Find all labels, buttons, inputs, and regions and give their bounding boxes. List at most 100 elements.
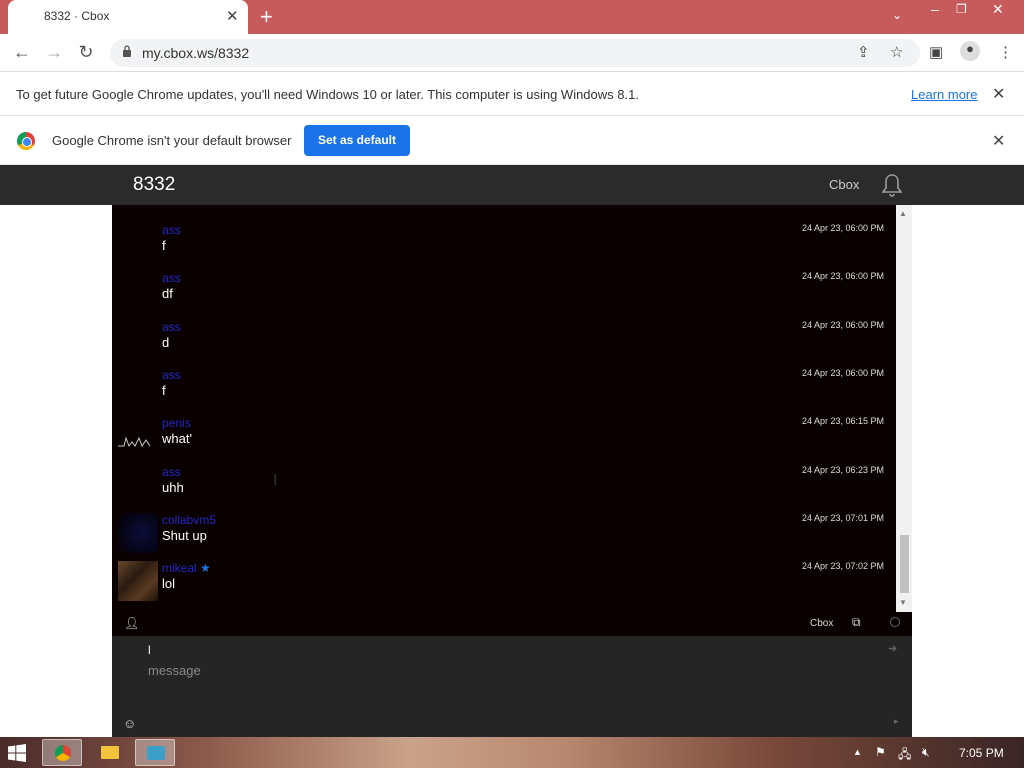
back-icon[interactable]: ← <box>10 40 34 64</box>
chat-message: penis what' 24 Apr 23, 06:15 PM <box>112 416 896 464</box>
message-text: uhh <box>162 480 184 495</box>
message-username[interactable]: ass <box>162 271 181 285</box>
message-username[interactable]: collabvm5 <box>162 513 216 527</box>
minimize-icon[interactable]: – <box>931 1 939 17</box>
arrow-right-icon[interactable]: ▸ <box>894 716 899 727</box>
status-icon[interactable] <box>890 617 900 627</box>
browser-titlebar: 8332 · Cbox ✕ + ⌄ – ❐ ✕ <box>0 0 1024 34</box>
tab-title: 8332 · Cbox <box>44 9 110 23</box>
url-text: my.cbox.ws/8332 <box>142 45 250 61</box>
app-icon <box>147 746 165 760</box>
message-text: lol <box>162 576 176 591</box>
message-form: ➜ ☺ ▸ <box>112 636 912 737</box>
avatar[interactable] <box>118 416 158 456</box>
chat-message: mikeal ★ lol 24 Apr 23, 07:02 PM <box>112 561 896 609</box>
text-cursor-icon: I <box>273 472 278 489</box>
scroll-up-icon[interactable]: ▲ <box>899 209 907 218</box>
default-browser-infobar: Google Chrome isn't your default browser… <box>0 116 1024 165</box>
page-content: 8332 Cbox ass f 24 Apr 23, 06:00 PM ass … <box>0 165 1024 737</box>
cbox-link[interactable]: Cbox <box>829 177 859 192</box>
bell-icon[interactable] <box>880 173 904 197</box>
taskbar: ▲ ⚑ 🖧︎ 🔇︎ 7:05 PM <box>0 737 1024 768</box>
send-icon[interactable]: ➜ <box>888 642 897 655</box>
chat-toolbar: 👤︎ Cbox ⧉ <box>112 612 912 636</box>
volume-muted-icon[interactable]: 🔇︎ <box>922 745 930 760</box>
share-icon[interactable]: ⇪ <box>857 43 870 61</box>
taskbar-app[interactable] <box>135 739 175 766</box>
chat-messages: ass f 24 Apr 23, 06:00 PM ass df 24 Apr … <box>112 205 896 612</box>
message-timestamp: 24 Apr 23, 07:02 PM <box>801 561 884 571</box>
message-text: f <box>162 383 166 398</box>
taskbar-chrome[interactable] <box>42 739 82 766</box>
message-username[interactable]: ass <box>162 368 181 382</box>
cbox-header: 8332 Cbox <box>0 165 1024 205</box>
message-text: what' <box>162 431 192 446</box>
side-panel-icon[interactable]: ▣ <box>929 43 943 61</box>
update-message: To get future Google Chrome updates, you… <box>16 87 639 102</box>
scroll-thumb[interactable] <box>900 535 909 593</box>
folder-icon <box>101 746 119 759</box>
taskbar-clock[interactable]: 7:05 PM <box>959 746 1004 760</box>
message-timestamp: 24 Apr 23, 06:00 PM <box>801 320 884 330</box>
browser-tab[interactable]: 8332 · Cbox ✕ <box>8 0 248 34</box>
address-bar[interactable]: my.cbox.ws/8332 <box>110 39 920 67</box>
set-default-button[interactable]: Set as default <box>304 125 410 156</box>
learn-more-link[interactable]: Learn more <box>911 87 977 102</box>
menu-icon[interactable]: ⋮ <box>998 43 1013 61</box>
tab-close-icon[interactable]: ✕ <box>226 7 239 25</box>
chat-message: collabvm5 Shut up 24 Apr 23, 07:01 PM <box>112 513 896 561</box>
chrome-logo-icon <box>17 132 35 150</box>
tab-search-icon[interactable]: ⌄ <box>892 8 902 22</box>
message-timestamp: 24 Apr 23, 06:00 PM <box>801 368 884 378</box>
name-field[interactable] <box>148 641 848 659</box>
chat-message: ass d 24 Apr 23, 06:00 PM <box>112 320 896 368</box>
restore-icon[interactable]: ❐ <box>956 2 967 16</box>
chrome-icon <box>55 745 71 761</box>
message-username[interactable]: ass <box>162 223 181 237</box>
message-timestamp: 24 Apr 23, 06:23 PM <box>801 465 884 475</box>
message-text: f <box>162 238 166 253</box>
message-timestamp: 24 Apr 23, 06:00 PM <box>801 223 884 233</box>
new-tab-icon[interactable]: + <box>260 4 273 30</box>
scroll-down-icon[interactable]: ▼ <box>899 598 907 607</box>
message-username[interactable]: ass <box>162 320 181 334</box>
close-icon[interactable]: ✕ <box>992 131 1005 151</box>
chat-message: ass df 24 Apr 23, 06:00 PM <box>112 271 896 319</box>
chat-message: ass f 24 Apr 23, 06:00 PM <box>112 223 896 271</box>
message-username[interactable]: ass <box>162 465 181 479</box>
chat-scrollbar[interactable]: ▲ ▼ <box>896 205 912 612</box>
network-icon[interactable]: 🖧︎ <box>898 745 911 766</box>
avatar[interactable] <box>118 513 158 553</box>
message-timestamp: 24 Apr 23, 07:01 PM <box>801 513 884 523</box>
chat-message: ass f 24 Apr 23, 06:00 PM <box>112 368 896 416</box>
reload-icon[interactable]: ↻ <box>74 40 98 64</box>
profile-icon[interactable]: ● <box>960 41 980 61</box>
browser-toolbar: ← → ↻ my.cbox.ws/8332 ⇪ ☆ ▣ ● ⋮ <box>0 34 1024 72</box>
message-text: df <box>162 286 173 301</box>
flag-icon[interactable]: ⚑ <box>875 745 886 759</box>
message-timestamp: 24 Apr 23, 06:00 PM <box>801 271 884 281</box>
smiley-icon[interactable]: ☺ <box>123 716 136 731</box>
forward-icon[interactable]: → <box>42 40 66 64</box>
message-timestamp: 24 Apr 23, 06:15 PM <box>801 416 884 426</box>
user-icon[interactable]: 👤︎ <box>124 616 139 630</box>
bookmark-star-icon[interactable]: ☆ <box>890 43 903 61</box>
chat-message: ass uhh 24 Apr 23, 06:23 PM <box>112 465 896 513</box>
default-browser-message: Google Chrome isn't your default browser <box>52 133 292 148</box>
taskbar-file-explorer[interactable] <box>90 739 130 766</box>
page-title: 8332 <box>133 174 176 195</box>
avatar[interactable] <box>118 561 158 601</box>
windows-start-icon[interactable] <box>8 744 26 762</box>
message-input[interactable] <box>148 661 848 679</box>
message-username[interactable]: mikeal ★ <box>162 561 211 575</box>
lock-icon <box>123 45 131 57</box>
message-text: Shut up <box>162 528 207 543</box>
close-icon[interactable]: ✕ <box>992 84 1005 104</box>
star-icon: ★ <box>200 561 211 575</box>
update-infobar: To get future Google Chrome updates, you… <box>0 72 1024 116</box>
close-window-icon[interactable]: ✕ <box>992 1 1004 18</box>
show-hidden-icon[interactable]: ▲ <box>853 747 862 757</box>
cbox-home-link[interactable]: Cbox <box>810 618 833 629</box>
message-username[interactable]: penis <box>162 416 191 430</box>
popout-icon[interactable]: ⧉ <box>852 615 861 630</box>
